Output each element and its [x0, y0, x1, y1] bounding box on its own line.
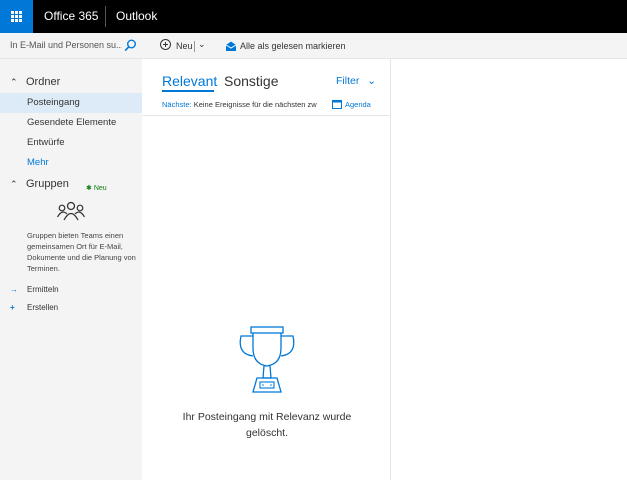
folder-inbox[interactable]: Posteingang: [0, 93, 142, 113]
trophy-icon: [239, 326, 295, 393]
groups-icon: [57, 201, 85, 221]
folders-more-link[interactable]: Mehr: [0, 153, 142, 173]
groups-header-label: Gruppen: [26, 178, 69, 190]
create-group-label: Erstellen: [27, 303, 59, 312]
plus-icon: +: [10, 303, 15, 312]
tab-relevant[interactable]: Relevant: [162, 73, 217, 89]
chevron-down-icon: ⌄: [367, 75, 377, 87]
top-bar: Office 365 Outlook: [0, 0, 627, 33]
chevron-up-icon: ⌃: [10, 77, 18, 87]
filter-label: Filter: [336, 75, 360, 87]
folders-header[interactable]: ⌃ Ordner: [10, 76, 60, 88]
folders-header-label: Ordner: [26, 76, 61, 88]
new-mail-plus-icon[interactable]: [160, 39, 171, 50]
search-input[interactable]: In E-Mail und Personen su...: [10, 40, 122, 50]
next-label: Nächste:: [162, 100, 192, 109]
mark-all-read-button[interactable]: Alle als gelesen markieren: [240, 41, 346, 51]
app-launcher-button[interactable]: [0, 0, 33, 33]
next-events-text: Keine Ereignisse für die nächsten zw: [193, 100, 317, 109]
groups-description: Gruppen bieten Teams einen gemeinsamen O…: [27, 231, 136, 273]
calendar-icon[interactable]: [332, 99, 342, 109]
new-mail-button[interactable]: Neu: [176, 41, 193, 51]
command-bar: Neu ⌄ Alle als gelesen markieren: [142, 33, 627, 59]
new-badge: ✱ Neu: [86, 185, 107, 192]
header-divider: [105, 6, 106, 27]
filter-button[interactable]: Filter ⌄: [336, 75, 376, 87]
create-group-button[interactable]: + Erstellen: [10, 303, 58, 312]
groups-header[interactable]: ⌃ Gruppen: [10, 178, 69, 190]
search-icon[interactable]: [124, 39, 137, 52]
reading-pane: [391, 59, 627, 480]
message-list: Relevant Sonstige Filter ⌄ Nächste: Kein…: [142, 59, 391, 480]
upcoming-events-line: Nächste: Keine Ereignisse für die nächst…: [162, 100, 322, 109]
chevron-down-icon[interactable]: ⌄: [198, 39, 206, 50]
navigation-pane: In E-Mail und Personen su... ⌃ Ordner Pos…: [0, 33, 142, 480]
active-tab-indicator: [162, 90, 214, 92]
folder-sent[interactable]: Gesendete Elemente: [0, 113, 142, 133]
list-divider: [142, 115, 391, 116]
app-name[interactable]: Outlook: [116, 9, 157, 23]
arrow-right-icon: →: [10, 285, 18, 294]
brand-link[interactable]: Office 365: [44, 9, 98, 23]
tab-other[interactable]: Sonstige: [224, 73, 278, 89]
new-button-divider: [194, 41, 195, 52]
app-launcher-icon: [11, 11, 22, 22]
discover-groups-button[interactable]: → Ermitteln: [10, 285, 59, 294]
agenda-button[interactable]: Agenda: [345, 100, 371, 109]
folder-drafts[interactable]: Entwürfe: [0, 133, 142, 153]
chevron-up-icon: ⌃: [10, 179, 18, 189]
envelope-open-icon[interactable]: [225, 40, 237, 52]
search-box[interactable]: In E-Mail und Personen su...: [0, 33, 142, 59]
empty-inbox-message: Ihr Posteingang mit Relevanz wurde gelös…: [182, 411, 352, 439]
discover-groups-label: Ermitteln: [27, 285, 59, 294]
